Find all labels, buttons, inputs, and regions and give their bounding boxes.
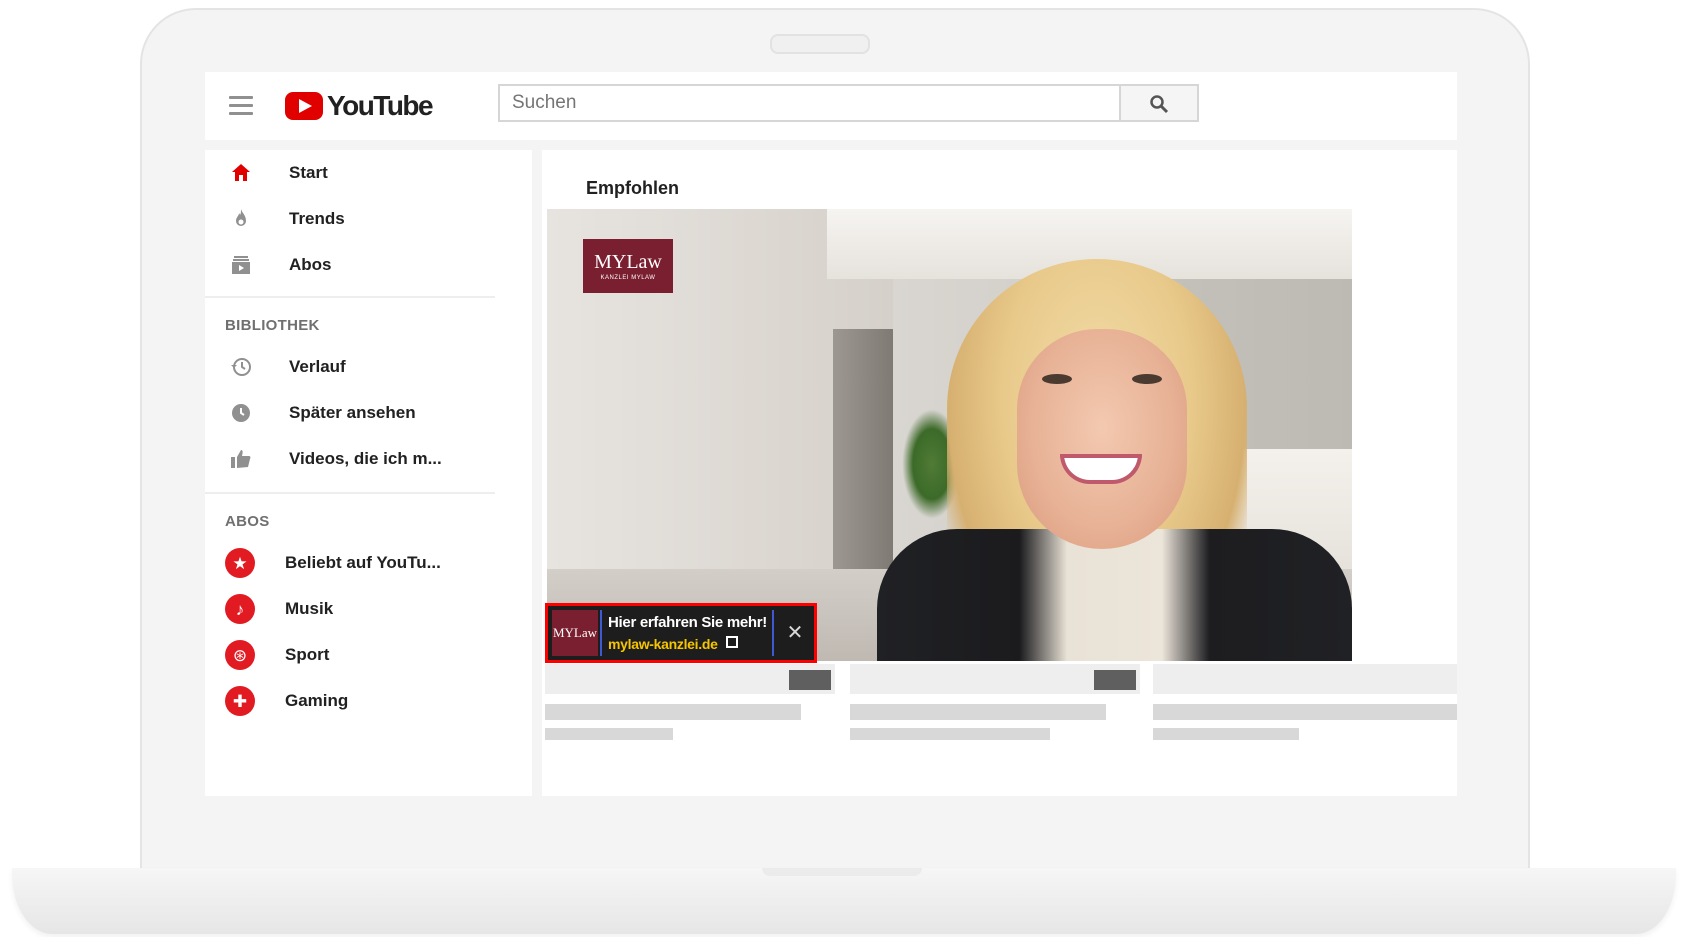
title-placeholder bbox=[545, 704, 801, 720]
thumbs-up-icon bbox=[231, 450, 251, 468]
title-placeholder bbox=[850, 704, 1106, 720]
sidebar-item-gaming[interactable]: ✚ Gaming bbox=[205, 678, 532, 724]
sidebar-item-liked-videos[interactable]: Videos, die ich m... bbox=[205, 436, 532, 482]
section-heading: Empfohlen bbox=[586, 178, 679, 198]
sidebar-item-label: Beliebt auf YouTu... bbox=[285, 553, 441, 572]
external-link-icon[interactable] bbox=[726, 636, 738, 648]
youtube-logo[interactable]: YouTube bbox=[285, 90, 434, 122]
sidebar-item-label: Trends bbox=[289, 209, 345, 228]
sidebar-item-trends[interactable]: Trends bbox=[205, 196, 532, 242]
search-input[interactable] bbox=[498, 84, 1121, 122]
gamepad-icon: ✚ bbox=[225, 686, 255, 716]
sidebar-item-beliebt[interactable]: ★ Beliebt auf YouTu... bbox=[205, 540, 532, 586]
video-card-placeholder bbox=[1153, 664, 1457, 694]
sidebar-item-label: Später ansehen bbox=[289, 403, 416, 422]
yt-header: YouTube bbox=[205, 72, 1457, 140]
laptop-base bbox=[12, 868, 1676, 934]
ad-separator bbox=[600, 610, 602, 656]
clock-icon bbox=[232, 404, 250, 422]
flame-icon bbox=[236, 209, 246, 226]
meta-placeholder bbox=[545, 728, 673, 740]
video-player[interactable]: MYLaw KANZLEI MYLAW bbox=[547, 209, 1352, 661]
ad-close-button[interactable]: ✕ bbox=[782, 620, 808, 646]
sidebar-item-label: Start bbox=[289, 163, 328, 182]
sidebar-divider bbox=[205, 492, 495, 494]
presenter-jacket bbox=[877, 529, 1352, 661]
sport-icon: ⊛ bbox=[225, 640, 255, 670]
subscriptions-icon bbox=[232, 256, 250, 274]
sidebar-item-label: Verlauf bbox=[289, 357, 346, 376]
star-icon: ★ bbox=[225, 548, 255, 578]
sidebar-section-title: BIBLIOTHEK bbox=[225, 317, 320, 334]
sidebar-item-abos[interactable]: Abos bbox=[205, 242, 532, 288]
home-icon bbox=[232, 164, 250, 181]
laptop-base-notch bbox=[762, 868, 922, 876]
video-door bbox=[833, 329, 893, 569]
presenter-eye-right bbox=[1132, 374, 1162, 384]
sidebar-item-label: Abos bbox=[289, 255, 332, 274]
sidebar-item-start[interactable]: Start bbox=[205, 150, 532, 196]
ad-separator bbox=[772, 610, 774, 656]
ad-thumbnail-text: MYLaw bbox=[552, 625, 598, 640]
laptop-camera bbox=[770, 34, 870, 54]
music-icon: ♪ bbox=[225, 594, 255, 624]
presenter-eye-left bbox=[1042, 374, 1072, 384]
title-placeholder bbox=[1153, 704, 1457, 720]
ad-title[interactable]: Hier erfahren Sie mehr! bbox=[608, 614, 767, 631]
screen: YouTube Start Trends Abos BIBLIOTHEK Ver bbox=[205, 72, 1457, 796]
sidebar-item-spaeter-ansehen[interactable]: Später ansehen bbox=[205, 390, 532, 436]
sidebar-item-label: Musik bbox=[285, 599, 334, 618]
watermark-text: MYLaw bbox=[594, 250, 662, 273]
youtube-play-icon bbox=[285, 92, 323, 120]
meta-placeholder bbox=[1153, 728, 1299, 740]
duration-badge-placeholder bbox=[789, 670, 831, 690]
duration-badge-placeholder bbox=[1094, 670, 1136, 690]
sidebar-section-title: ABOS bbox=[225, 513, 270, 530]
logo-text: YouTube bbox=[327, 90, 434, 121]
sidebar-item-label: Videos, die ich m... bbox=[289, 449, 442, 468]
sidebar-item-label: Sport bbox=[285, 645, 330, 664]
sidebar-item-musik[interactable]: ♪ Musik bbox=[205, 586, 532, 632]
ad-thumbnail[interactable]: MYLaw bbox=[552, 610, 598, 656]
meta-placeholder bbox=[850, 728, 1050, 740]
history-icon bbox=[231, 358, 251, 376]
presenter-face bbox=[1017, 329, 1187, 549]
search-icon bbox=[1150, 95, 1169, 114]
sidebar-item-sport[interactable]: ⊛ Sport bbox=[205, 632, 532, 678]
menu-icon[interactable] bbox=[229, 96, 253, 116]
ad-overlay[interactable]: MYLaw Hier erfahren Sie mehr! mylaw-kanz… bbox=[545, 603, 817, 663]
ad-url-link[interactable]: mylaw-kanzlei.de bbox=[608, 636, 718, 652]
sidebar-item-label: Gaming bbox=[285, 691, 349, 710]
sidebar-item-verlauf[interactable]: Verlauf bbox=[205, 344, 532, 390]
sidebar: Start Trends Abos BIBLIOTHEK Verlauf Spä… bbox=[205, 150, 532, 796]
watermark-subtext: KANZLEI MYLAW bbox=[600, 274, 656, 281]
sidebar-divider bbox=[205, 296, 495, 298]
video-watermark-logo: MYLaw KANZLEI MYLAW bbox=[583, 239, 673, 293]
search-button[interactable] bbox=[1119, 84, 1199, 122]
